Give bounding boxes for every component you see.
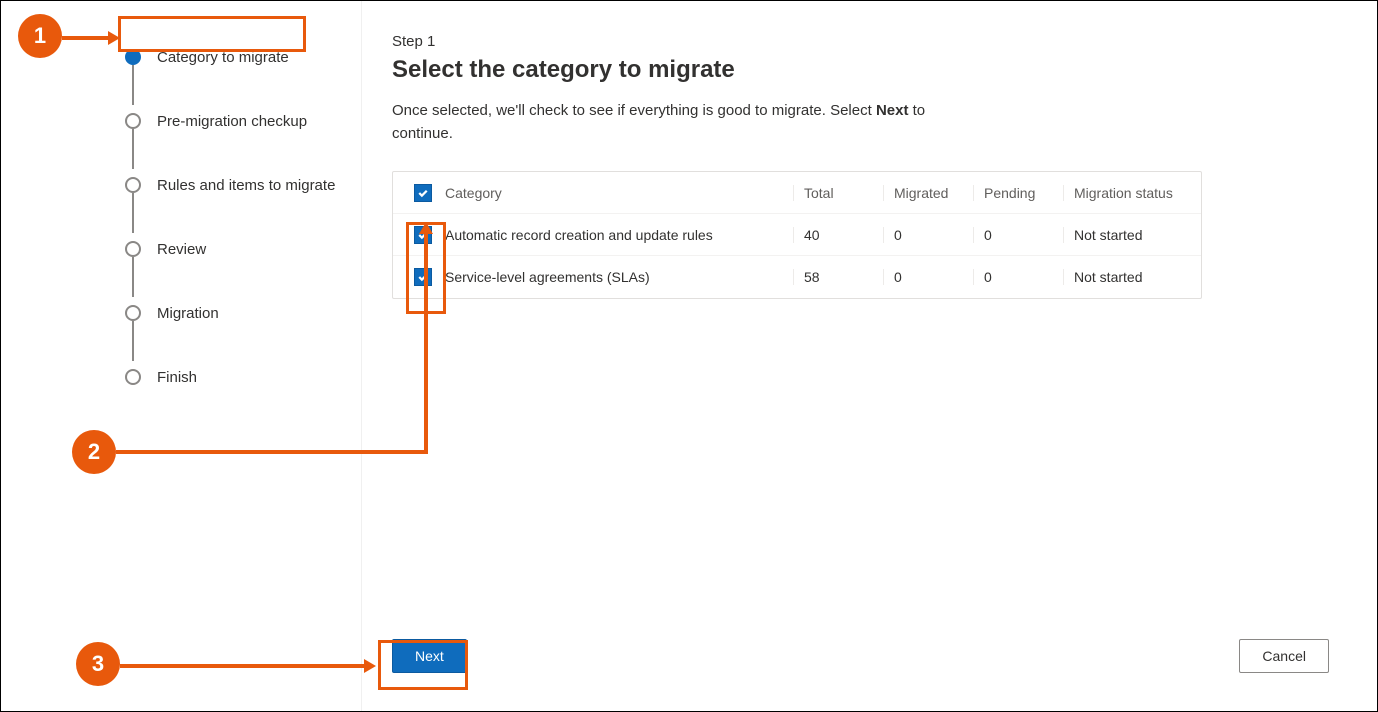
step-number-label: Step 1 xyxy=(392,33,1337,50)
cell-migrated: 0 xyxy=(883,227,973,243)
annotation-callout-3: 3 xyxy=(76,642,120,686)
table-header-row: Category Total Migrated Pending Migratio… xyxy=(393,172,1201,214)
step-indicator-active-icon xyxy=(125,49,141,65)
step-pre-migration-checkup[interactable]: Pre-migration checkup xyxy=(125,89,341,153)
category-table: Category Total Migrated Pending Migratio… xyxy=(392,171,1202,299)
step-connector-icon xyxy=(132,65,134,105)
page-title: Select the category to migrate xyxy=(392,56,1337,84)
step-label: Pre-migration checkup xyxy=(157,113,307,130)
cell-category: Automatic record creation and update rul… xyxy=(445,227,793,243)
cell-status: Not started xyxy=(1063,227,1193,243)
cell-migrated: 0 xyxy=(883,269,973,285)
annotation-arrow-icon xyxy=(62,28,120,48)
desc-text-bold: Next xyxy=(876,102,909,119)
checkmark-icon xyxy=(417,187,429,199)
annotation-arrow-icon xyxy=(116,222,436,460)
annotation-arrow-icon xyxy=(120,656,376,676)
page-description: Once selected, we'll check to see if eve… xyxy=(392,100,952,145)
select-all-checkbox[interactable] xyxy=(414,184,432,202)
step-indicator-icon xyxy=(125,177,141,193)
cell-pending: 0 xyxy=(973,227,1063,243)
step-category-to-migrate[interactable]: Category to migrate xyxy=(125,25,341,89)
step-indicator-icon xyxy=(125,113,141,129)
step-rules-and-items[interactable]: Rules and items to migrate xyxy=(125,153,341,217)
cell-total: 40 xyxy=(793,227,883,243)
step-connector-icon xyxy=(132,129,134,169)
cancel-button[interactable]: Cancel xyxy=(1239,639,1329,673)
desc-text-before: Once selected, we'll check to see if eve… xyxy=(392,102,876,119)
step-label: Category to migrate xyxy=(157,49,289,66)
table-row[interactable]: Service-level agreements (SLAs) 58 0 0 N… xyxy=(393,256,1201,298)
annotation-callout-2: 2 xyxy=(72,430,116,474)
header-migrated[interactable]: Migrated xyxy=(883,185,973,201)
cell-category: Service-level agreements (SLAs) xyxy=(445,269,793,285)
header-status[interactable]: Migration status xyxy=(1063,185,1193,201)
header-total[interactable]: Total xyxy=(793,185,883,201)
wizard-footer: Next Cancel xyxy=(392,627,1337,691)
step-label: Rules and items to migrate xyxy=(157,177,335,194)
next-button[interactable]: Next xyxy=(392,639,467,673)
table-row[interactable]: Automatic record creation and update rul… xyxy=(393,214,1201,256)
main-content: Step 1 Select the category to migrate On… xyxy=(361,1,1377,711)
header-category[interactable]: Category xyxy=(445,185,793,201)
header-pending[interactable]: Pending xyxy=(973,185,1063,201)
annotation-callout-1: 1 xyxy=(18,14,62,58)
cell-total: 58 xyxy=(793,269,883,285)
cell-status: Not started xyxy=(1063,269,1193,285)
cell-pending: 0 xyxy=(973,269,1063,285)
